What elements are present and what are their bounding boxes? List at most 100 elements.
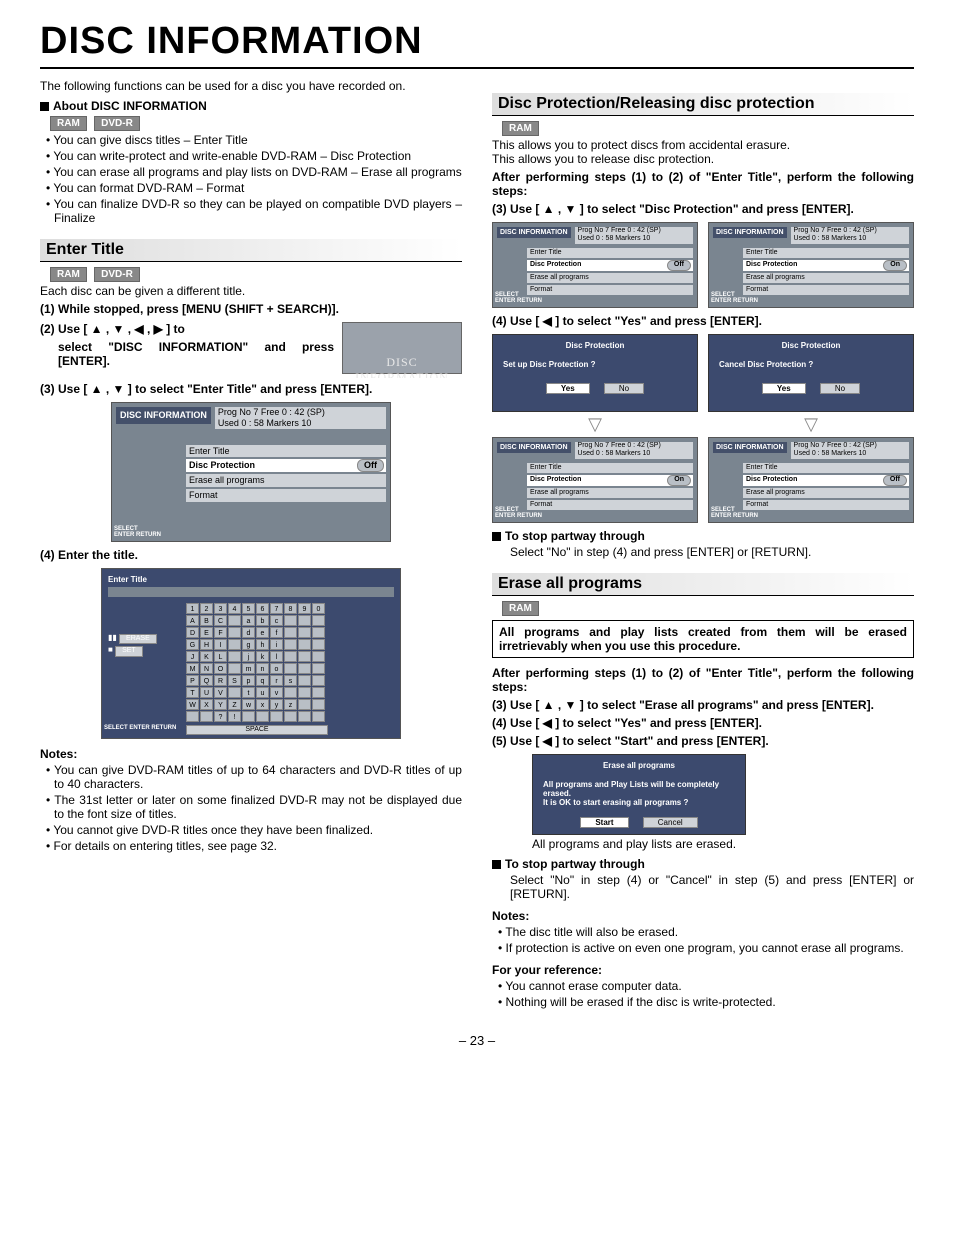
kb-key[interactable]: O <box>214 663 227 674</box>
kb-key[interactable]: R <box>214 675 227 686</box>
kb-key[interactable] <box>228 627 241 638</box>
kb-key[interactable]: 8 <box>284 603 297 614</box>
kb-key[interactable]: E <box>200 627 213 638</box>
kb-key[interactable]: T <box>186 687 199 698</box>
kb-key[interactable] <box>298 615 311 626</box>
kb-key[interactable] <box>186 711 199 722</box>
dlg-start[interactable]: Start <box>580 817 628 828</box>
kb-key[interactable] <box>312 651 325 662</box>
kb-key[interactable] <box>298 711 311 722</box>
kb-key[interactable] <box>200 711 213 722</box>
kb-key[interactable] <box>312 639 325 650</box>
kb-key[interactable]: o <box>270 663 283 674</box>
kb-key[interactable]: i <box>270 639 283 650</box>
kb-key[interactable] <box>284 651 297 662</box>
menu-erase-all[interactable]: Erase all programs <box>186 474 386 487</box>
kb-key[interactable] <box>298 699 311 710</box>
kb-key[interactable]: S <box>228 675 241 686</box>
kb-key[interactable]: 3 <box>214 603 227 614</box>
kb-key[interactable]: b <box>256 615 269 626</box>
kb-key[interactable] <box>284 615 297 626</box>
kb-key[interactable] <box>298 627 311 638</box>
kb-key[interactable]: 2 <box>200 603 213 614</box>
kb-key[interactable]: n <box>256 663 269 674</box>
menu-disc-protection[interactable]: Disc Protection Off <box>186 459 386 472</box>
menu-enter-title[interactable]: Enter Title <box>186 445 386 458</box>
kb-key[interactable]: 6 <box>256 603 269 614</box>
kb-key[interactable]: M <box>186 663 199 674</box>
kb-key[interactable]: p <box>242 675 255 686</box>
kb-space[interactable]: SPACE <box>186 725 328 735</box>
menu-format[interactable]: Format <box>186 489 386 502</box>
kb-key[interactable]: t <box>242 687 255 698</box>
kb-key[interactable]: H <box>200 639 213 650</box>
kb-key[interactable]: Y <box>214 699 227 710</box>
kb-key[interactable]: m <box>242 663 255 674</box>
kb-key[interactable]: D <box>186 627 199 638</box>
kb-key[interactable]: 0 <box>312 603 325 614</box>
kb-key[interactable]: ! <box>228 711 241 722</box>
kb-key[interactable] <box>242 711 255 722</box>
kb-key[interactable] <box>284 627 297 638</box>
kb-key[interactable] <box>284 663 297 674</box>
kb-set[interactable]: SET <box>115 646 143 656</box>
kb-key[interactable]: F <box>214 627 227 638</box>
dlg-no[interactable]: No <box>604 383 644 394</box>
kb-key[interactable] <box>312 615 325 626</box>
kb-key[interactable]: v <box>270 687 283 698</box>
kb-key[interactable] <box>284 687 297 698</box>
kb-key[interactable] <box>228 687 241 698</box>
kb-key[interactable] <box>312 675 325 686</box>
kb-key[interactable] <box>298 639 311 650</box>
kb-key[interactable]: r <box>270 675 283 686</box>
kb-key[interactable] <box>228 639 241 650</box>
dlg-cancel[interactable]: Cancel <box>643 817 698 828</box>
kb-key[interactable]: 9 <box>298 603 311 614</box>
kb-key[interactable] <box>312 663 325 674</box>
kb-key[interactable]: P <box>186 675 199 686</box>
kb-key[interactable] <box>312 699 325 710</box>
kb-key[interactable]: e <box>256 627 269 638</box>
kb-key[interactable]: A <box>186 615 199 626</box>
kb-key[interactable]: Z <box>228 699 241 710</box>
kb-key[interactable]: a <box>242 615 255 626</box>
kb-key[interactable]: u <box>256 687 269 698</box>
kb-key[interactable]: B <box>200 615 213 626</box>
kb-key[interactable]: x <box>256 699 269 710</box>
kb-key[interactable]: I <box>214 639 227 650</box>
kb-key[interactable] <box>270 711 283 722</box>
kb-key[interactable]: 7 <box>270 603 283 614</box>
kb-key[interactable]: g <box>242 639 255 650</box>
kb-key[interactable]: w <box>242 699 255 710</box>
kb-key[interactable] <box>298 663 311 674</box>
dlg-yes[interactable]: Yes <box>762 383 806 394</box>
kb-key[interactable]: K <box>200 651 213 662</box>
kb-key[interactable]: d <box>242 627 255 638</box>
kb-key[interactable]: z <box>284 699 297 710</box>
kb-key[interactable]: L <box>214 651 227 662</box>
kb-key[interactable] <box>312 627 325 638</box>
kb-key[interactable] <box>228 651 241 662</box>
kb-key[interactable]: l <box>270 651 283 662</box>
kb-key[interactable]: 4 <box>228 603 241 614</box>
kb-key[interactable]: J <box>186 651 199 662</box>
kb-key[interactable]: j <box>242 651 255 662</box>
kb-erase[interactable]: ERASE <box>119 634 157 644</box>
kb-key[interactable]: U <box>200 687 213 698</box>
kb-key[interactable]: C <box>214 615 227 626</box>
kb-key[interactable]: G <box>186 639 199 650</box>
kb-key[interactable] <box>284 711 297 722</box>
kb-key[interactable]: ? <box>214 711 227 722</box>
kb-key[interactable] <box>228 615 241 626</box>
kb-key[interactable] <box>312 711 325 722</box>
kb-key[interactable] <box>256 711 269 722</box>
kb-key[interactable]: N <box>200 663 213 674</box>
dlg-no[interactable]: No <box>820 383 860 394</box>
kb-key[interactable] <box>228 663 241 674</box>
kb-key[interactable]: 1 <box>186 603 199 614</box>
kb-key[interactable]: y <box>270 699 283 710</box>
kb-key[interactable]: W <box>186 699 199 710</box>
kb-key[interactable]: c <box>270 615 283 626</box>
kb-key[interactable] <box>298 675 311 686</box>
kb-key[interactable] <box>298 651 311 662</box>
